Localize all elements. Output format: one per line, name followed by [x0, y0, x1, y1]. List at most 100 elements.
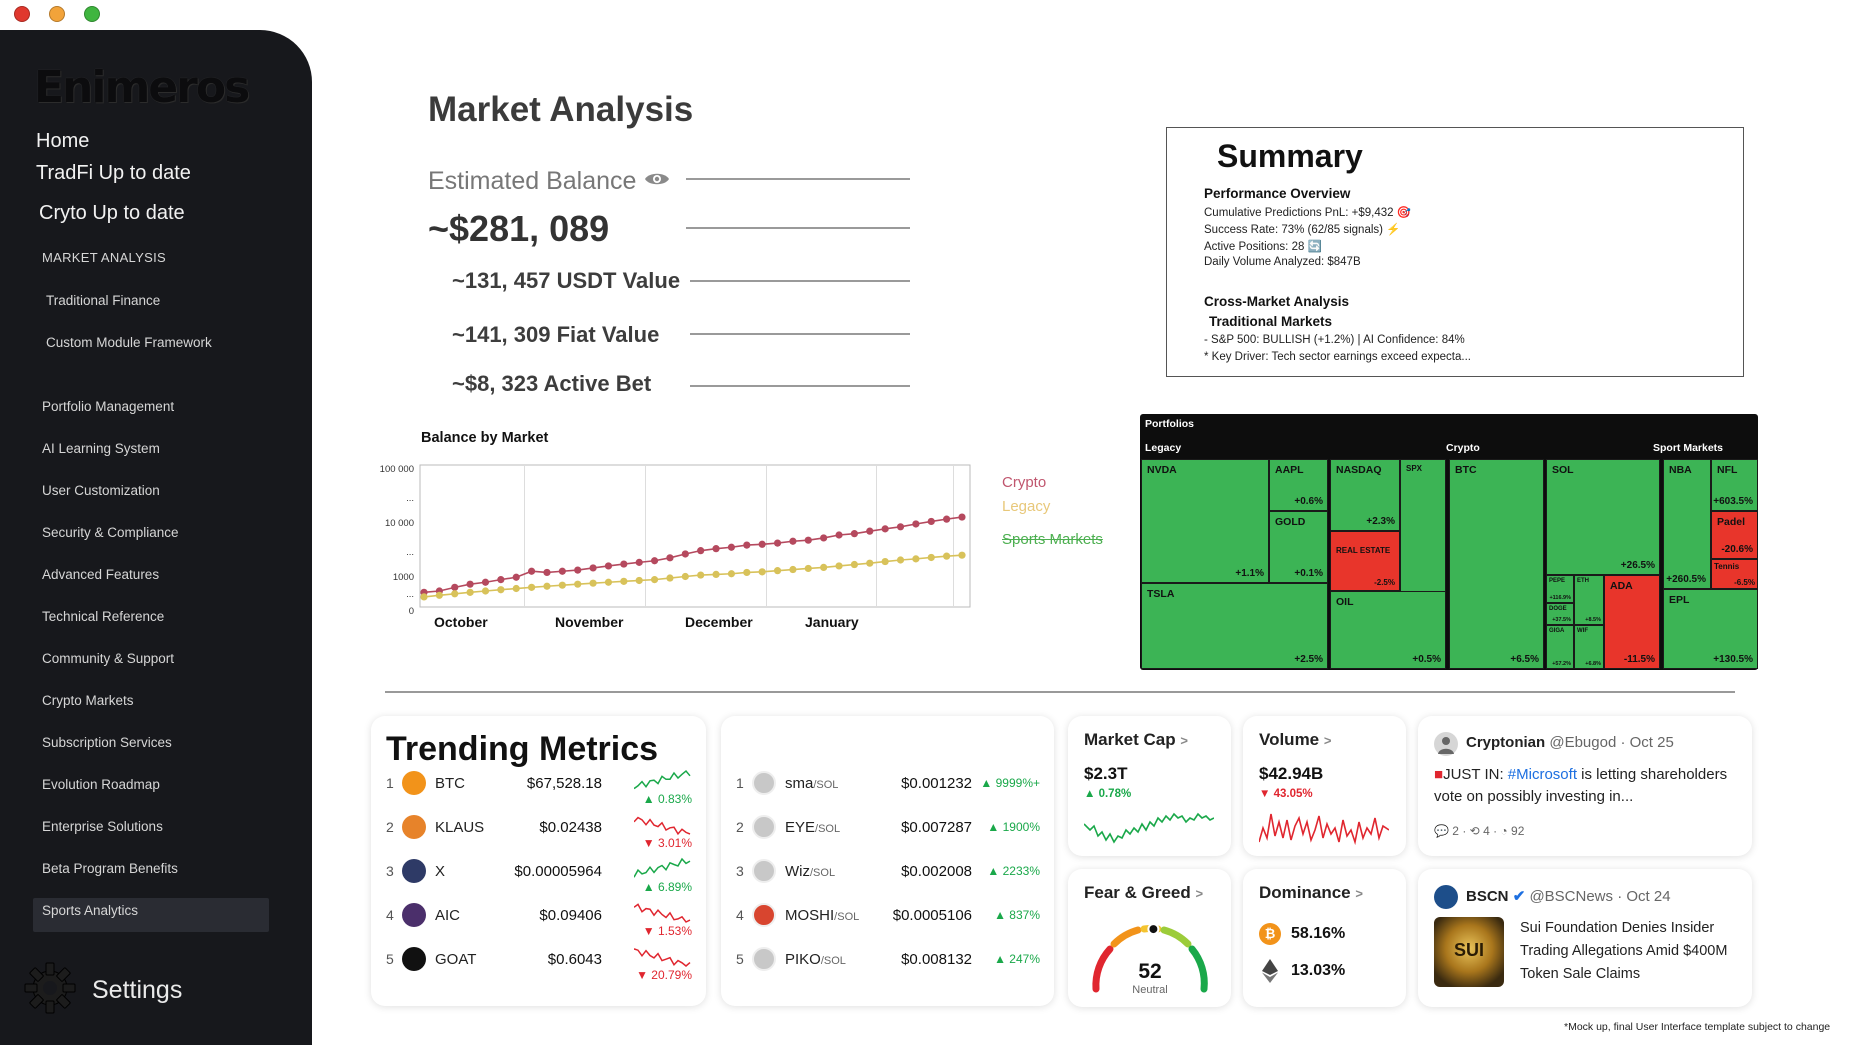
hashtag-link[interactable]: #Microsoft — [1508, 766, 1577, 783]
sidebar-item-user-customization[interactable]: User Customization — [42, 483, 160, 498]
sidebar-item-enterprise-solutions[interactable]: Enterprise Solutions — [42, 819, 163, 834]
data-point — [574, 566, 582, 574]
sidebar-item-technical-reference[interactable]: Technical Reference — [42, 609, 164, 624]
treemap-cell-nba[interactable]: NBA +260.5% — [1663, 459, 1711, 589]
data-point — [866, 527, 874, 535]
trending-row[interactable]: 2 KLAUS $0.02438 ▼ 3.01% — [371, 810, 706, 850]
x-tick-label: January — [805, 614, 859, 630]
btc-dominance: 58.16% — [1291, 925, 1346, 942]
legend-sports-markets[interactable]: Sports Markets — [1002, 531, 1103, 548]
sidebar-item-beta-program-benefits[interactable]: Beta Program Benefits — [42, 861, 178, 876]
treemap-cell-eth[interactable]: ETH +8.5% — [1574, 575, 1604, 625]
treemap-cell-sol[interactable]: SOL +26.5% — [1546, 459, 1660, 575]
eye-icon[interactable] — [644, 170, 670, 188]
treemap-cell-ada[interactable]: ADA -11.5% — [1604, 575, 1660, 669]
news-card[interactable]: BSCN ✔ @BSCNews · Oct 24 SUI Sui Foundat… — [1418, 869, 1752, 1007]
window-maximize-button[interactable] — [84, 6, 100, 22]
treemap-cell-nasdaq[interactable]: NASDAQ +2.3% — [1330, 459, 1400, 531]
divider-line — [690, 385, 910, 387]
settings-button[interactable]: Settings — [22, 960, 252, 1020]
trending-sol-row[interactable]: 3 Wiz/SOL $0.002008 ▲ 2233% — [721, 854, 1054, 894]
sidebar-item-sports-analytics[interactable]: Sports Analytics — [42, 903, 138, 918]
data-point — [666, 574, 674, 582]
trending-card: Trending Metrics 1 BTC $67,528.18 ▲ 0.83% 2 K… — [371, 716, 706, 1006]
treemap-cell-nfl[interactable]: NFL +603.5% — [1711, 459, 1758, 511]
reply-icon[interactable]: 💬 — [1434, 824, 1449, 838]
nav-custom-module[interactable]: Custom Module Framework — [46, 335, 212, 350]
treemap-cell-name: REAL ESTATE — [1336, 546, 1391, 555]
legend-crypto[interactable]: Crypto — [1002, 474, 1046, 491]
trending-row[interactable]: 3 X $0.00005964 ▲ 6.89% — [371, 854, 706, 894]
sidebar-item-security-compliance[interactable]: Security & Compliance — [42, 525, 179, 540]
trending-row[interactable]: 1 BTC $67,528.18 ▲ 0.83% — [371, 766, 706, 806]
news-card[interactable]: Cryptonian @Ebugod · Oct 25 ■JUST IN: #M… — [1418, 716, 1752, 856]
divider-line — [686, 178, 910, 180]
sidebar-item-evolution-roadmap[interactable]: Evolution Roadmap — [42, 777, 160, 792]
token-change: ▲ 6.89% — [642, 880, 692, 894]
wiz-icon — [752, 859, 776, 883]
sidebar-item-ai-learning-system[interactable]: AI Learning System — [42, 441, 160, 456]
data-point — [681, 550, 689, 558]
treemap-cell-value: +2.3% — [1366, 516, 1395, 527]
nav-traditional-finance[interactable]: Traditional Finance — [46, 293, 160, 308]
dominance-card[interactable]: Dominance > ₿ 58.16% 13.03% — [1243, 869, 1406, 1007]
treemap-cell-giga[interactable]: GIGA +57.2% — [1546, 625, 1574, 669]
treemap-cell-nvda[interactable]: NVDA +1.1% — [1141, 459, 1269, 583]
data-point — [451, 583, 459, 591]
gear-icon — [24, 962, 76, 1014]
window-minimize-button[interactable] — [49, 6, 65, 22]
y-tick-label: ... — [406, 547, 414, 558]
treemap-cell-padel[interactable]: Padel -20.6% — [1711, 511, 1758, 559]
data-point — [896, 523, 905, 531]
aic-icon — [402, 903, 426, 927]
treemap-cell-epl[interactable]: EPL +130.5% — [1663, 589, 1758, 669]
treemap-cell-aapl[interactable]: AAPL +0.6% — [1269, 459, 1328, 511]
treemap-cell-name: SOL — [1552, 464, 1574, 476]
sidebar-item-crypto-markets[interactable]: Crypto Markets — [42, 693, 134, 708]
data-point — [558, 567, 566, 575]
y-tick-label: 100 000 — [380, 464, 414, 475]
treemap-cell-btc[interactable]: BTC +6.5% — [1449, 459, 1544, 669]
sidebar-item-advanced-features[interactable]: Advanced Features — [42, 567, 159, 582]
plot-area — [419, 464, 971, 608]
treemap-cell-gold[interactable]: GOLD +0.1% — [1269, 511, 1328, 583]
window-close-button[interactable] — [14, 6, 30, 22]
sidebar-item-community-support[interactable]: Community & Support — [42, 651, 174, 666]
treemap-cell-doge[interactable]: DOGE +37.5% — [1546, 603, 1574, 625]
token-change: ▼ 3.01% — [642, 836, 692, 850]
trending-row[interactable]: 5 GOAT $0.6043 ▼ 20.79% — [371, 942, 706, 982]
treemap-cell-name: BTC — [1455, 464, 1477, 476]
data-point — [681, 572, 689, 581]
nav-crypto[interactable]: Cryto Up to date — [39, 202, 185, 225]
trending-sol-row[interactable]: 2 EYE/SOL $0.007287 ▲ 1900% — [721, 810, 1054, 850]
volume-card[interactable]: Volume > $42.94B ▼ 43.05% — [1243, 716, 1406, 856]
fear-greed-card[interactable]: Fear & Greed > 52 Neutral — [1068, 869, 1231, 1007]
token-change: ▲ 2233% — [987, 864, 1040, 878]
data-point — [943, 552, 951, 560]
nav-home[interactable]: Home — [36, 130, 89, 153]
sidebar-item-subscription-services[interactable]: Subscription Services — [42, 735, 172, 750]
rank: 1 — [736, 775, 744, 791]
y-tick-label: 10 000 — [385, 518, 414, 529]
trending-sol-row[interactable]: 5 PIKO/SOL $0.008132 ▲ 247% — [721, 942, 1054, 982]
nav-section-market-analysis[interactable]: MARKET ANALYSIS — [42, 250, 166, 265]
treemap-cell-real-estate[interactable]: REAL ESTATE -2.5% — [1330, 531, 1400, 591]
repost-icon[interactable]: ⟲ — [1470, 824, 1480, 838]
trending-title: Trending Metrics — [386, 730, 659, 768]
estimated-balance-label: Estimated Balance — [428, 167, 637, 195]
treemap-cell-tennis[interactable]: Tennis -6.5% — [1711, 559, 1758, 589]
trending-sol-row[interactable]: 4 MOSHI/SOL $0.0005106 ▲ 837% — [721, 898, 1054, 938]
treemap-cell-name: Padel — [1717, 516, 1746, 528]
treemap-cell-oil[interactable]: OIL +0.5% — [1330, 591, 1446, 669]
legend-legacy[interactable]: Legacy — [1002, 498, 1050, 515]
x-tick-label: October — [434, 614, 488, 630]
trending-sol-row[interactable]: 1 sma/SOL $0.001232 ▲ 9999%+ — [721, 766, 1054, 806]
market-cap-card[interactable]: Market Cap > $2.3T ▲ 0.78% — [1068, 716, 1231, 856]
treemap-cell-tsla[interactable]: TSLA +2.5% — [1141, 583, 1328, 669]
data-point — [958, 513, 966, 521]
treemap-cell-wif[interactable]: WIF +6.8% — [1574, 625, 1604, 669]
treemap-cell-pepe[interactable]: PEPE +116.9% — [1546, 575, 1574, 603]
trending-row[interactable]: 4 AIC $0.09406 ▼ 1.53% — [371, 898, 706, 938]
sidebar-item-portfolio-management[interactable]: Portfolio Management — [42, 399, 174, 414]
nav-tradfi[interactable]: TradFi Up to date — [36, 162, 191, 185]
